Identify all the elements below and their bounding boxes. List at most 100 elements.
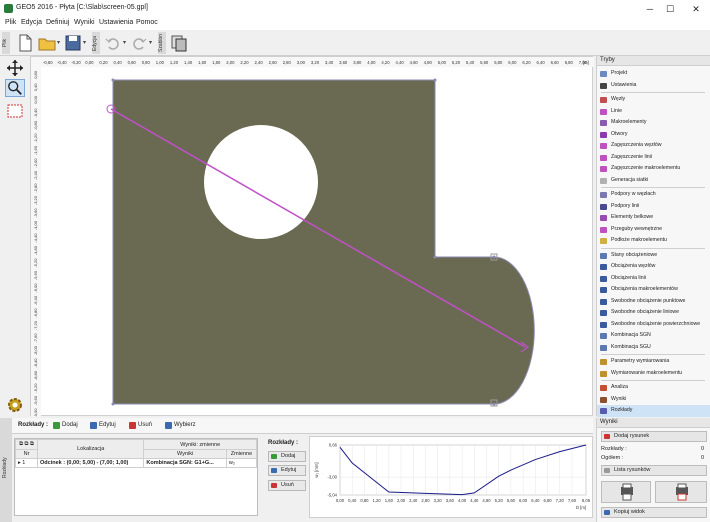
zoom-extents-icon[interactable] [5, 102, 25, 120]
mode-item[interactable]: Zagęszczenie makroelementu [597, 163, 710, 175]
menu-edycja[interactable]: Edycja [21, 19, 42, 26]
mode-item[interactable]: Rozkłady [597, 405, 710, 417]
minimize-button[interactable]: ─ [643, 3, 657, 15]
toolbar-tab-file[interactable]: Plik [2, 32, 10, 54]
mode-label: Podłoże makroelementu [611, 237, 667, 243]
new-file-icon[interactable] [16, 33, 34, 53]
mode-item[interactable]: Analiza [597, 382, 710, 394]
open-folder-icon[interactable] [38, 33, 56, 53]
mode-item[interactable]: Zagęszczenia węzłów [597, 140, 710, 152]
toolbar-tab-edit[interactable]: Edycja [92, 32, 100, 54]
menu-bar: Plik Edycja Definiuj Wyniki Ustawienia P… [0, 18, 710, 30]
toolbar-edit[interactable]: Edytuj [99, 422, 116, 428]
mode-label: Obciążenia linii [611, 274, 646, 281]
mode-label: Parametry wymiarowania [611, 358, 670, 364]
mode-item[interactable]: Linie [597, 106, 710, 118]
settings-gear-icon[interactable] [5, 396, 25, 414]
top-ruler-tick: -0,20 [71, 60, 81, 65]
mode-item[interactable]: Kombinacja SGN [597, 330, 710, 342]
delete-icon[interactable] [129, 422, 136, 429]
mode-item[interactable]: Parametry wymiarowania [597, 356, 710, 368]
menu-definiuj[interactable]: Definiuj [46, 19, 69, 26]
left-ruler-tick: 0,40 [33, 83, 38, 92]
left-ruler-tick: -2,40 [33, 170, 38, 180]
mode-item[interactable]: Ustawienia [597, 80, 710, 92]
mode-item[interactable]: Podpory w węzłach [597, 189, 710, 201]
select-icon[interactable] [165, 422, 172, 429]
images-list-button[interactable]: Lista rysunków [601, 465, 707, 476]
top-ruler-tick: 0,60 [128, 60, 137, 65]
toolbar-delete[interactable]: Usuń [138, 422, 152, 428]
undo-dropdown-icon[interactable]: ▾ [123, 39, 128, 46]
mode-item[interactable]: Obciążenia makroelementów [597, 284, 710, 296]
copy-view-button[interactable]: Kopiuj widok [601, 507, 707, 518]
left-ruler-tick: -0,80 [33, 120, 38, 130]
count-value: 0 [701, 446, 705, 452]
mode-item[interactable]: Swobodne obciążenie liniowe [597, 307, 710, 319]
mode-item[interactable]: Swobodne obciążenie punktowe [597, 296, 710, 308]
zoom-icon[interactable] [5, 79, 25, 97]
mode-item[interactable]: Otwory [597, 129, 710, 141]
mode-item[interactable]: Obciążenia węzłów [597, 261, 710, 273]
chart-ylabel: w₂ [mm] [314, 462, 319, 477]
mode-item[interactable]: Swobodne obciążenie powierzchniowe [597, 319, 710, 331]
mode-icon [600, 252, 607, 259]
modes-separator [601, 247, 705, 249]
add-icon[interactable] [53, 422, 60, 429]
menu-ustawienia[interactable]: Ustawienia [99, 19, 133, 26]
toolbar-select[interactable]: Wybierz [174, 422, 196, 428]
mode-item[interactable]: Zagęszczenie linii [597, 152, 710, 164]
move-icon[interactable] [5, 59, 25, 77]
menu-wyniki[interactable]: Wyniki [74, 19, 95, 26]
title-bar: GEO5 2016 - Płyta [C:\Slab\screen-05.gpl… [0, 0, 710, 18]
table-row[interactable]: ▸ 1 Odcinek : (0,00; 5,00) - (7,00; 1,00… [15, 458, 258, 468]
menu-plik[interactable]: Plik [5, 19, 16, 26]
top-ruler-tick: 5,20 [452, 60, 461, 65]
save-icon[interactable] [64, 33, 82, 53]
mode-item[interactable]: Makroelementy [597, 117, 710, 129]
mode-item[interactable]: Wymiarowanie makroelementu [597, 368, 710, 380]
redo-dropdown-icon[interactable]: ▾ [149, 39, 154, 46]
mode-item[interactable]: Elementy belkowe [597, 212, 710, 224]
print-button[interactable] [601, 481, 651, 503]
top-ruler-tick: 2,80 [283, 60, 292, 65]
undo-icon[interactable] [104, 33, 122, 53]
print-preview-button[interactable] [655, 481, 707, 503]
mode-label: Analiza [611, 384, 629, 390]
delete-button[interactable]: Usuń [268, 480, 306, 491]
top-ruler-tick: 1,40 [184, 60, 193, 65]
open-dropdown-icon[interactable]: ▾ [57, 39, 62, 46]
mode-icon [600, 97, 607, 103]
chart-xtick: 6,40 [531, 498, 540, 503]
total-value: 0 [701, 455, 705, 461]
menu-pomoc[interactable]: Pomoc [136, 19, 158, 26]
add-image-button[interactable]: Dodaj rysunek [601, 431, 707, 442]
mode-icon [600, 408, 607, 414]
chart-xtick: 3,60 [446, 498, 455, 503]
toolbar-add[interactable]: Dodaj [62, 422, 78, 428]
left-ruler-tick: -4,80 [33, 245, 38, 255]
redo-icon[interactable] [130, 33, 148, 53]
mode-item[interactable]: Przeguby wewnętrzne [597, 224, 710, 236]
mode-item[interactable]: Podpory linii [597, 201, 710, 213]
edit-button[interactable]: Edytuj [268, 465, 306, 476]
add-icon [271, 454, 277, 459]
printer-preview-icon [676, 483, 688, 501]
mode-item[interactable]: Węzły [597, 94, 710, 106]
mode-item[interactable]: Wyniki [597, 394, 710, 406]
template-icon[interactable] [170, 33, 188, 53]
left-toolbar [0, 56, 30, 416]
maximize-button[interactable]: ☐ [663, 3, 677, 15]
close-button[interactable]: ✕ [689, 3, 703, 15]
save-dropdown-icon[interactable]: ▾ [83, 39, 88, 46]
mode-item[interactable]: Stany obciążeniowe [597, 250, 710, 262]
add-button[interactable]: Dodaj [268, 451, 306, 462]
mode-item[interactable]: Projekt [597, 68, 710, 80]
mode-item[interactable]: Kombinacja SGU [597, 342, 710, 354]
mode-item[interactable]: Podłoże makroelementu [597, 235, 710, 247]
toolbar-tab-template[interactable]: Szablon [158, 32, 166, 54]
mode-item[interactable]: Generacja siatki [597, 175, 710, 187]
mode-item[interactable]: Obciążenia linii [597, 273, 710, 285]
edit-icon[interactable] [90, 422, 97, 429]
drawing-canvas[interactable]: -0,60 -0,40 -0,20 0,00 0,20 0,40 0,60 0,80 1,00 1… [30, 56, 594, 417]
